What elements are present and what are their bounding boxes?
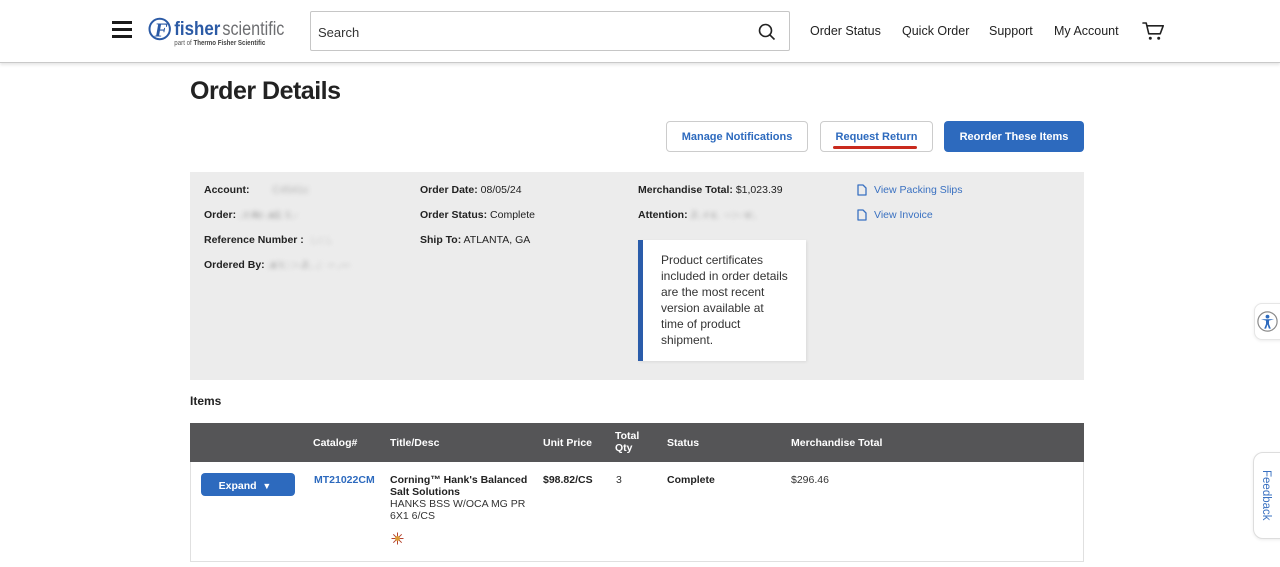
svg-text:scientific: scientific [222,19,284,40]
svg-text:F: F [154,20,169,42]
svg-text:part of Thermo Fisher Scientif: part of Thermo Fisher Scientific [174,40,265,47]
svg-text:fisher: fisher [174,19,221,40]
